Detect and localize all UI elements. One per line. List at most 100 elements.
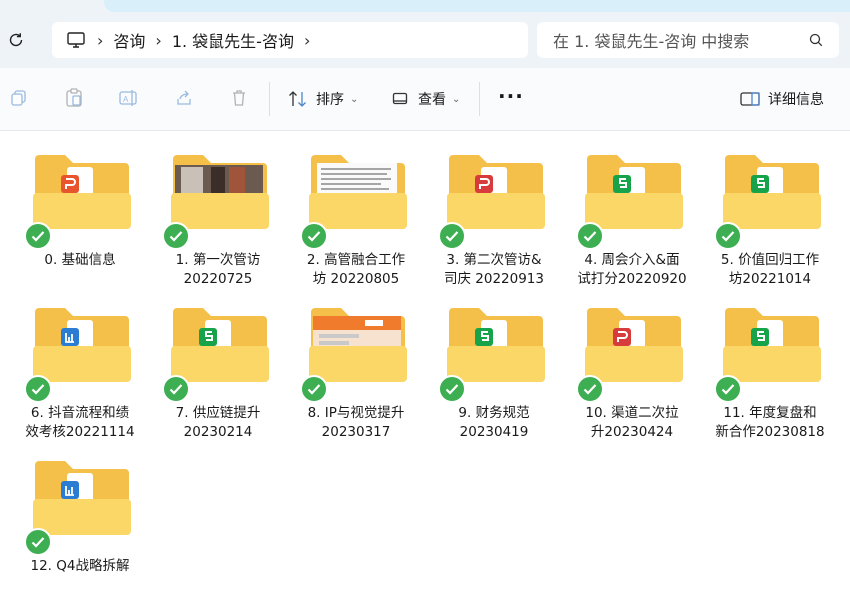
breadcrumb-item-current[interactable]: 1. 袋鼠先生-咨询 [172,28,294,52]
folder-item[interactable]: 7. 供应链提升20230214 [138,284,268,424]
details-label: 详细信息 [768,89,824,109]
active-tab[interactable] [104,0,850,12]
folder-name-line1: 10. 渠道二次拉 [552,404,712,423]
folder-item[interactable]: 8. IP与视觉提升20230317 [276,284,406,424]
details-pane-icon [740,91,760,107]
folder-icon [447,306,545,384]
folder-name-line1: 1. 第一次管访 [138,251,298,270]
paste-icon[interactable] [63,87,85,109]
address-row: › 咨询 › 1. 袋鼠先生-咨询 › 在 1. 袋鼠先生-咨询 中搜索 [0,14,850,68]
folder-name-line2: 新合作20230818 [690,423,850,442]
sync-check-icon [162,222,190,250]
folder-name-line1: 3. 第二次管访& [414,251,574,270]
more-options-icon[interactable]: ··· [498,84,524,108]
sync-check-icon [576,375,604,403]
sort-button[interactable]: 排序 ⌄ [288,85,358,113]
folder-icon [585,153,683,231]
folder-icon [171,306,269,384]
details-button[interactable]: 详细信息 [740,85,824,113]
folder-item[interactable]: 0. 基础信息 [0,131,130,271]
view-label: 查看 [418,89,446,109]
folder-item[interactable]: 2. 高管融合工作坊 20220805 [276,131,406,271]
sync-check-icon [24,528,52,556]
folder-name-line1: 7. 供应链提升 [138,404,298,423]
folder-name-line2: 20230419 [414,423,574,442]
sync-check-icon [714,375,742,403]
folder-name-line1: 6. 抖音流程和绩 [0,404,160,423]
folder-item[interactable]: 10. 渠道二次拉升20230424 [552,284,682,424]
folder-name[interactable]: 9. 财务规范20230419 [414,404,574,442]
delete-icon[interactable] [228,87,250,109]
folder-name-line2: 20230317 [276,423,436,442]
folder-name[interactable]: 8. IP与视觉提升20230317 [276,404,436,442]
search-box[interactable]: 在 1. 袋鼠先生-咨询 中搜索 [537,22,839,58]
folder-name-line1: 2. 高管融合工作 [276,251,436,270]
folder-name-line1: 8. IP与视觉提升 [276,404,436,423]
tab-strip [0,0,850,14]
chevron-down-icon: ⌄ [452,94,460,105]
sync-check-icon [300,375,328,403]
computer-icon[interactable] [65,29,87,51]
view-icon [392,91,408,107]
folder-item[interactable]: 6. 抖音流程和绩效考核20221114 [0,284,130,424]
sync-check-icon [438,222,466,250]
folder-icon [447,153,545,231]
folder-name-line1: 4. 周会介入&面 [552,251,712,270]
folder-grid: 0. 基础信息1. 第一次管访202207252. 高管融合工作坊 202208… [0,131,850,593]
chevron-right-icon[interactable]: › [97,31,103,50]
breadcrumb-item-consult[interactable]: 咨询 [113,28,145,52]
chevron-right-icon[interactable]: › [304,31,310,50]
folder-name-line1: 11. 年度复盘和 [690,404,850,423]
folder-name-line1: 12. Q4战略拆解 [0,557,160,576]
sync-check-icon [438,375,466,403]
folder-icon [171,153,269,231]
toolbar-divider [269,82,270,116]
toolbar-divider [479,82,480,116]
sync-check-icon [24,375,52,403]
search-input[interactable]: 在 1. 袋鼠先生-咨询 中搜索 [553,28,805,52]
folder-icon [33,459,131,537]
sort-icon [288,90,308,108]
folder-name-line1: 5. 价值回归工作 [690,251,850,270]
copy-icon[interactable] [8,87,30,109]
folder-name-line1: 0. 基础信息 [0,251,160,270]
view-button[interactable]: 查看 ⌄ [392,85,460,113]
folder-item[interactable]: 1. 第一次管访20220725 [138,131,268,271]
share-icon[interactable] [173,87,195,109]
folder-name[interactable]: 0. 基础信息 [0,251,160,270]
folder-icon [585,306,683,384]
folder-icon [33,306,131,384]
address-bar[interactable]: › 咨询 › 1. 袋鼠先生-咨询 › [52,22,528,58]
search-icon[interactable] [805,29,827,51]
folder-name-line2: 升20230424 [552,423,712,442]
sync-check-icon [24,222,52,250]
sync-check-icon [576,222,604,250]
refresh-icon[interactable] [4,28,28,52]
folder-item[interactable]: 11. 年度复盘和新合作20230818 [690,284,820,424]
folder-name[interactable]: 10. 渠道二次拉升20230424 [552,404,712,442]
sync-check-icon [300,222,328,250]
folder-name-line1: 9. 财务规范 [414,404,574,423]
chevron-right-icon[interactable]: › [155,31,161,50]
folder-item[interactable]: 3. 第二次管访&司庆 20220913 [414,131,544,271]
svg-text:A: A [123,95,129,104]
folder-icon [723,153,821,231]
sync-check-icon [714,222,742,250]
sort-label: 排序 [316,89,344,109]
chevron-down-icon: ⌄ [350,94,358,105]
sync-check-icon [162,375,190,403]
rename-icon[interactable]: A [118,87,140,109]
command-bar: A 排序 ⌄ 查看 ⌄ ··· 详细信息 [0,68,850,131]
folder-icon [309,306,407,384]
folder-item[interactable]: 4. 周会介入&面试打分20220920 [552,131,682,271]
folder-icon [723,306,821,384]
folder-item[interactable]: 5. 价值回归工作坊20221014 [690,131,820,271]
folder-name-line2: 20230214 [138,423,298,442]
folder-item[interactable]: 12. Q4战略拆解 [0,437,130,577]
folder-name[interactable]: 11. 年度复盘和新合作20230818 [690,404,850,442]
folder-name[interactable]: 7. 供应链提升20230214 [138,404,298,442]
folder-item[interactable]: 9. 财务规范20230419 [414,284,544,424]
folder-name[interactable]: 12. Q4战略拆解 [0,557,160,576]
folder-icon [33,153,131,231]
folder-icon [309,153,407,231]
